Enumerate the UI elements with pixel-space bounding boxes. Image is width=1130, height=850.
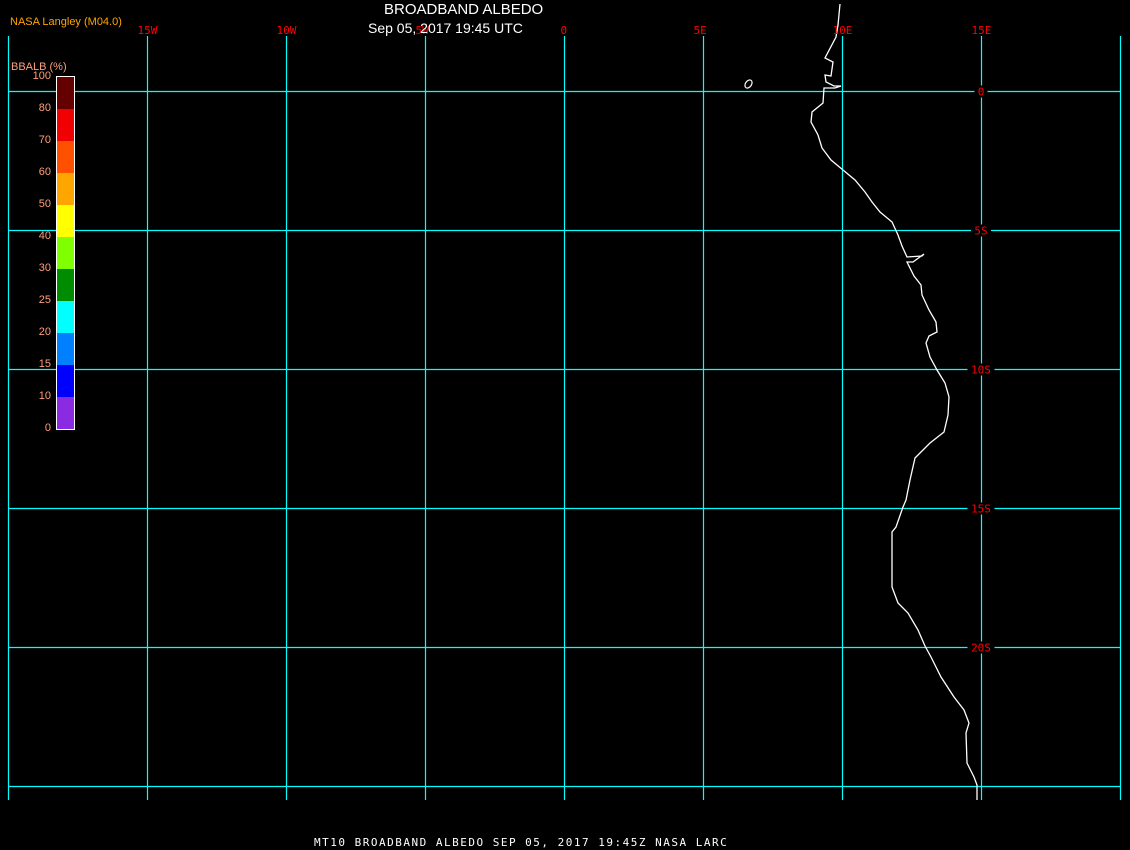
map-canvas: 15W 10W 5W 0 5E 10E 15E05S10S15S20S [7, 3, 1122, 800]
grid-labels: 15W 10W 5W 0 5E 10E 15E05S10S15S20S [138, 24, 995, 655]
longitude-label: 10W [277, 24, 297, 37]
island [744, 79, 753, 89]
colorbar-tick-label: 25 [38, 294, 51, 306]
map-title: BROADBAND ALBEDO [384, 1, 544, 18]
latitude-label: 5S [974, 225, 987, 238]
colorbar-tick-label: 100 [32, 70, 51, 82]
colorbar-tick-label: 30 [38, 262, 51, 274]
longitude-label: 5E [694, 24, 707, 37]
colorbar-tick-label: 50 [38, 198, 51, 210]
latitude-label: 0 [978, 86, 985, 99]
colorbar-frame [56, 76, 75, 430]
colorbar-tick-label: 40 [38, 230, 51, 242]
credit-label: NASA Langley (M04.0) [10, 16, 122, 28]
map-datetime: Sep 05, 2017 19:45 UTC [368, 20, 523, 36]
colorbar-tick-label: 60 [38, 166, 51, 178]
latitude-label: 15S [971, 503, 991, 516]
longitude-label: 10E [833, 24, 853, 37]
longitude-label: 0 [561, 24, 568, 37]
graticule [7, 36, 1122, 800]
longitude-label: 15E [972, 24, 992, 37]
colorbar-tick-label: 15 [38, 358, 51, 370]
latitude-label: 10S [971, 364, 991, 377]
colorbar-tick-label: 0 [44, 422, 51, 434]
colorbar-tick-label: 20 [38, 326, 51, 338]
coastline [810, 3, 978, 800]
footer-caption: MT10 BROADBAND ALBEDO SEP 05, 2017 19:45… [314, 836, 729, 849]
latitude-label: 20S [971, 642, 991, 655]
longitude-label: 15W [138, 24, 158, 37]
colorbar-tick-label: 70 [38, 134, 51, 146]
colorbar-tick-label: 80 [38, 102, 51, 114]
colorbar-tick-label: 10 [38, 390, 51, 402]
